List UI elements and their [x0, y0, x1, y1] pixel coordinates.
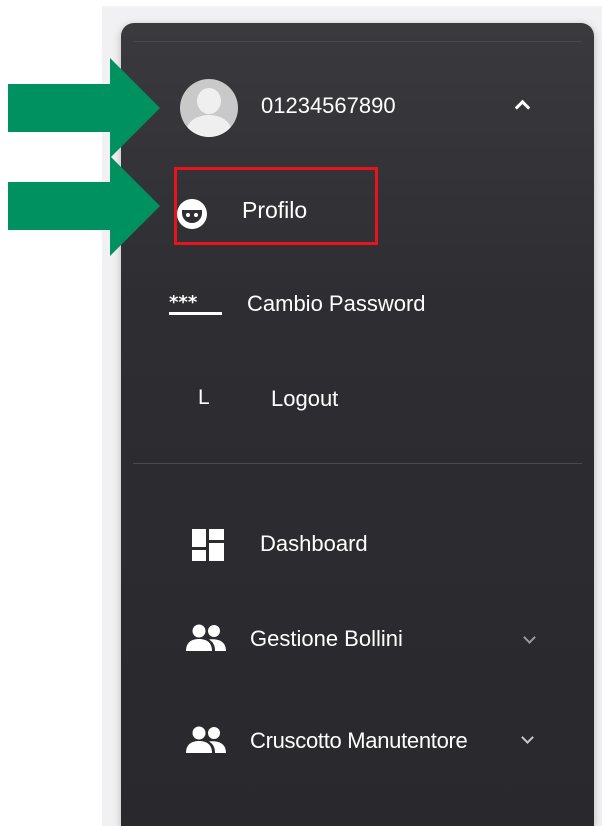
arrow-right-icon — [8, 156, 160, 256]
menu-item-logout-label-wrap: Logout — [271, 386, 338, 412]
avatar — [180, 79, 238, 137]
menu-item-dashboard-label-wrap: Dashboard — [260, 531, 368, 557]
password-dots-icon: *** — [169, 293, 222, 315]
menu-item-cruscotto-manutentore-label: Cruscotto Manutentore — [250, 728, 468, 753]
menu-item-cambio-password-label-wrap: Cambio Password — [247, 291, 426, 317]
svg-text:***: *** — [169, 293, 198, 313]
logout-letter-icon: L — [198, 386, 210, 409]
logout-letter-wrap: L — [198, 386, 210, 410]
menu-item-logout-label: Logout — [271, 386, 339, 411]
menu-item-logout[interactable] — [161, 373, 561, 423]
menu-item-cruscotto-manutentore-label-wrap: Cruscotto Manutentore — [250, 728, 468, 754]
menu-item-gestione-bollini-label: Gestione Bollini — [250, 626, 403, 651]
sidebar: 01234567890 Profilo *** Cambio Password … — [121, 23, 594, 826]
menu-item-cambio-password-label: Cambio Password — [247, 291, 426, 316]
arrow-right-icon — [8, 58, 160, 158]
people-icon — [186, 624, 226, 651]
menu-divider — [133, 463, 582, 464]
user-name: 01234567890 — [261, 93, 396, 118]
dashboard-icon — [192, 529, 224, 561]
people-icon — [186, 726, 226, 753]
profilo-highlight-box — [174, 167, 378, 245]
sidebar-top-divider — [133, 41, 582, 42]
menu-item-gestione-bollini-label-wrap: Gestione Bollini — [250, 626, 403, 652]
menu-item-dashboard-label: Dashboard — [260, 531, 368, 556]
